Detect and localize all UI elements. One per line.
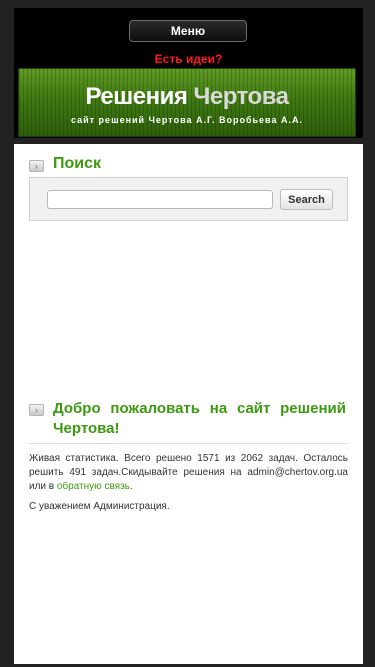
search-button[interactable]: Search — [280, 189, 333, 210]
banner-subtitle: сайт решений Чертова А.Г. Воробьева А.А. — [71, 115, 303, 125]
ideas-link[interactable]: Есть идеи? — [14, 52, 363, 66]
divider — [29, 443, 348, 444]
main-content: › Поиск Search › Добро пожаловать на сай… — [14, 144, 363, 664]
stats-paragraph: Живая статистика. Всего решено 1571 из 2… — [29, 452, 348, 494]
search-heading: Поиск — [53, 155, 102, 172]
search-box: Search — [29, 177, 348, 221]
welcome-section-title: › Добро пожаловать на сайт решений Черто… — [29, 399, 346, 439]
signature: С уважением Администрация. — [29, 501, 170, 512]
search-section-title: › Поиск — [29, 155, 101, 173]
feedback-link[interactable]: обратную связь — [57, 481, 130, 492]
banner-title-word-2: Чертова — [193, 83, 289, 110]
search-input[interactable] — [47, 190, 273, 209]
site-banner[interactable]: Решения Чертова сайт решений Чертова А.Г… — [18, 68, 356, 137]
welcome-heading: Добро пожаловать на сайт решений Чертова… — [53, 400, 346, 437]
stats-end: . — [129, 481, 133, 492]
banner-title: Решения Чертова — [19, 83, 355, 111]
site-header: Меню Есть идеи? Решения Чертова сайт реш… — [14, 8, 363, 138]
banner-title-word-1: Решения — [85, 83, 188, 110]
menu-button[interactable]: Меню — [129, 20, 247, 42]
chevron-right-icon: › — [29, 404, 44, 416]
chevron-right-icon: › — [29, 160, 44, 172]
